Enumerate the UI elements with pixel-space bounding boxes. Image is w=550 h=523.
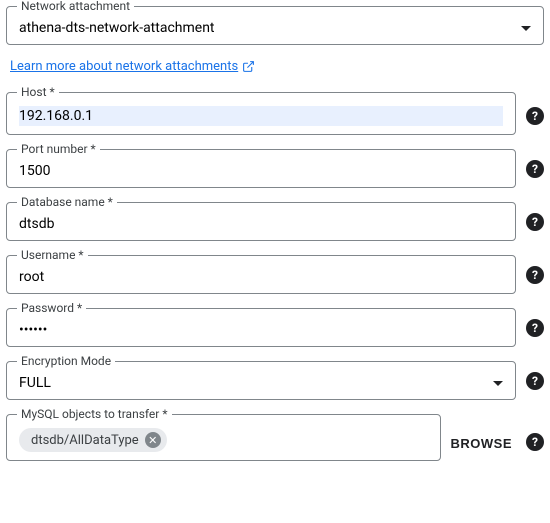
host-help-icon[interactable]: ? <box>526 107 544 125</box>
object-chip: dtsdb/AllDataType ✕ <box>19 428 167 452</box>
objects-field-container: MySQL objects to transfer * dtsdb/AllDat… <box>6 414 441 461</box>
network-attachment-value: athena-dts-network-attachment <box>19 20 513 36</box>
database-help-icon[interactable]: ? <box>526 213 544 231</box>
chevron-down-icon <box>493 381 503 386</box>
chevron-down-icon <box>521 26 531 31</box>
objects-help-icon[interactable]: ? <box>526 433 544 451</box>
username-field-container: Username * <box>6 255 516 294</box>
host-field-container: Host * <box>6 92 516 135</box>
external-link-icon <box>242 60 255 73</box>
password-help-icon[interactable]: ? <box>526 319 544 337</box>
encryption-value: FULL <box>19 375 485 391</box>
network-attachment-select[interactable]: Network attachment athena-dts-network-at… <box>6 6 544 45</box>
password-input[interactable] <box>19 322 503 338</box>
port-label: Port number * <box>17 142 100 156</box>
port-help-icon[interactable]: ? <box>526 160 544 178</box>
learn-more-text: Learn more about network attachments <box>10 59 238 74</box>
port-input[interactable] <box>19 163 503 179</box>
database-input[interactable] <box>19 216 503 232</box>
port-field-container: Port number * <box>6 149 516 188</box>
encryption-help-icon[interactable]: ? <box>526 372 544 390</box>
username-help-icon[interactable]: ? <box>526 266 544 284</box>
encryption-label: Encryption Mode <box>17 354 115 368</box>
username-label: Username * <box>17 248 88 262</box>
host-label: Host * <box>17 85 59 99</box>
database-field-container: Database name * <box>6 202 516 241</box>
password-field-container: Password * <box>6 308 516 347</box>
browse-button[interactable]: BROWSE <box>451 436 513 451</box>
encryption-select[interactable]: Encryption Mode FULL <box>6 361 516 400</box>
chip-remove-icon[interactable]: ✕ <box>145 432 161 448</box>
objects-label: MySQL objects to transfer * <box>17 407 172 421</box>
password-label: Password * <box>17 301 86 315</box>
object-chip-label: dtsdb/AllDataType <box>31 433 139 448</box>
network-attachment-label: Network attachment <box>17 0 134 13</box>
database-label: Database name * <box>17 195 117 209</box>
host-input[interactable] <box>19 106 503 126</box>
learn-more-link[interactable]: Learn more about network attachments <box>10 59 255 74</box>
username-input[interactable] <box>19 269 503 285</box>
